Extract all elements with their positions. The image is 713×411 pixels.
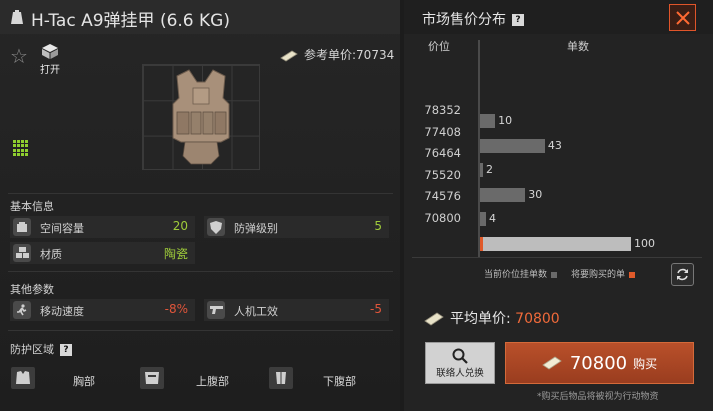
bar-count-label: 10 xyxy=(498,114,513,127)
close-icon xyxy=(675,10,690,25)
chart-baseline xyxy=(412,257,702,258)
average-price: 平均单价: 70800 xyxy=(424,308,560,328)
selected-order-marker xyxy=(480,237,483,251)
zone-label: 上腹部 xyxy=(196,375,229,388)
item-size-icon xyxy=(13,140,29,156)
item-title: H-Tac A9弹挂甲 (6.6 KG) xyxy=(31,11,230,31)
stat-value: 陶瓷 xyxy=(163,247,188,261)
divider xyxy=(8,271,393,272)
bar-count-label: 2 xyxy=(486,163,494,177)
chart-legend: 当前价位挂单数 将要购买的单 xyxy=(484,267,636,280)
basic-info-title: 基本信息 xyxy=(10,200,54,213)
stat-value: 5 xyxy=(374,219,382,233)
legend-mine-swatch xyxy=(629,271,636,278)
legend-current-label: 当前价位挂单数 xyxy=(484,270,548,280)
bar-count-label: 4 xyxy=(489,212,497,226)
price-tick-label: 75520 xyxy=(424,167,461,182)
stat-label: 材质 xyxy=(40,248,62,261)
lower-abdomen-icon xyxy=(269,367,293,389)
price-bar xyxy=(480,237,631,251)
buy-button[interactable]: 70800 购买 xyxy=(505,342,694,384)
price-bar xyxy=(480,163,484,178)
reference-price: 参考单价:70734 xyxy=(280,46,394,63)
speed-icon xyxy=(13,301,31,319)
reference-price-value: 70734 xyxy=(356,48,395,62)
price-tick-label: 77408 xyxy=(424,124,461,139)
column-header-quantity: 单数 xyxy=(567,40,589,53)
legend-current-swatch xyxy=(551,271,558,278)
help-icon[interactable]: ? xyxy=(512,14,524,26)
bar-count-label: 30 xyxy=(528,187,543,201)
legend-mine-label: 将要购买的单 xyxy=(571,270,626,280)
market-title: 市场售价分布? xyxy=(422,9,524,29)
price-bar xyxy=(480,212,487,227)
stat-value: -8% xyxy=(164,302,188,316)
item-weight-icon xyxy=(11,10,23,24)
stat-ergonomics: 人机工效 -5 xyxy=(204,299,389,321)
stat-label: 空间容量 xyxy=(40,222,84,235)
upper-abdomen-icon xyxy=(140,367,164,389)
bar-count-label: 43 xyxy=(547,138,562,152)
price-tick-label: 78352 xyxy=(424,103,461,117)
close-button[interactable] xyxy=(669,4,696,31)
zone-label: 下腹部 xyxy=(323,375,356,388)
price-bar xyxy=(480,187,526,202)
market-title-text: 市场售价分布 xyxy=(422,12,506,28)
zone-label: 胸部 xyxy=(73,375,95,388)
divider xyxy=(8,193,393,194)
material-icon xyxy=(13,244,31,262)
stat-value: 20 xyxy=(172,219,188,233)
stat-label: 防弹级别 xyxy=(234,222,278,235)
average-price-label: 平均单价: xyxy=(450,311,511,327)
price-tick-label: 74576 xyxy=(424,189,461,204)
protection-title-text: 防护区域 xyxy=(10,343,54,356)
help-icon[interactable]: ? xyxy=(60,344,72,356)
open-button[interactable]: 打开 xyxy=(37,43,63,76)
stat-value: -5 xyxy=(370,302,382,316)
stat-armor-class: 防弹级别 5 xyxy=(204,216,389,238)
search-icon xyxy=(452,348,468,364)
armor-class-icon xyxy=(207,218,225,236)
buy-price: 70800 xyxy=(569,352,628,374)
banknote-icon xyxy=(424,312,444,326)
price-bar xyxy=(480,138,545,153)
stat-capacity: 空间容量 20 xyxy=(10,216,195,238)
divider xyxy=(8,330,393,331)
contact-exchange-label: 联络人兑换 xyxy=(436,368,484,379)
column-header-price: 价位 xyxy=(428,40,450,53)
open-box-icon xyxy=(42,44,58,59)
purchase-footnote: *购买后物品将被视为行动物资 xyxy=(537,392,659,402)
average-price-value: 70800 xyxy=(515,311,560,327)
price-tick-label: 76464 xyxy=(424,146,461,161)
stat-label: 人机工效 xyxy=(234,305,278,318)
other-params-title: 其他参数 xyxy=(10,283,54,296)
bar-count-label: 100 xyxy=(634,237,655,250)
buy-label: 购买 xyxy=(633,356,658,371)
contact-exchange-button[interactable]: 联络人兑换 xyxy=(425,342,495,384)
capacity-icon xyxy=(13,218,31,236)
stat-material: 材质 陶瓷 xyxy=(10,242,195,264)
stat-move-speed: 移动速度 -8% xyxy=(10,299,195,321)
armor-vest-image xyxy=(172,69,230,165)
price-bar xyxy=(480,114,496,128)
refresh-icon xyxy=(677,268,688,281)
price-tick-label: 70800 xyxy=(424,211,461,225)
reference-price-label: 参考单价: xyxy=(304,48,357,62)
refresh-button[interactable] xyxy=(671,263,694,286)
chest-icon xyxy=(11,367,35,389)
stat-label: 移动速度 xyxy=(40,305,84,318)
ergonomics-icon xyxy=(207,301,225,319)
open-label: 打开 xyxy=(40,65,60,76)
banknote-icon xyxy=(280,50,298,61)
banknote-icon xyxy=(542,356,562,370)
favorite-star-icon[interactable]: ☆ xyxy=(10,44,28,68)
protection-title: 防护区域? xyxy=(10,341,72,357)
